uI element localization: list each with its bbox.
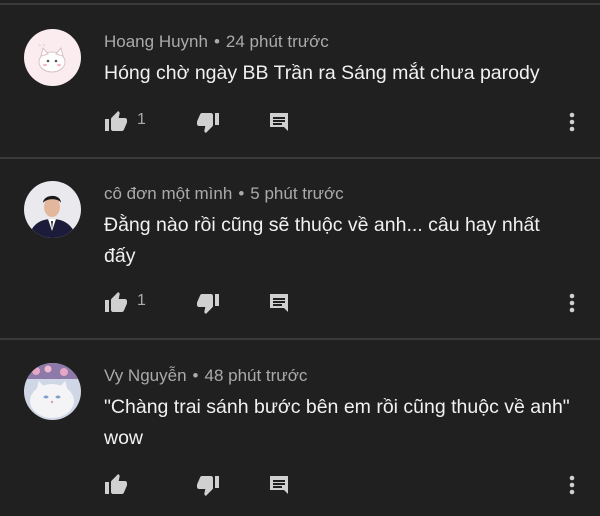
comment-actions: 1 bbox=[104, 291, 575, 315]
more-options-icon[interactable] bbox=[564, 473, 580, 497]
comment-divider bbox=[0, 157, 600, 159]
comment-actions: 1 bbox=[104, 110, 575, 134]
like-count: 1 bbox=[137, 292, 146, 309]
like-icon[interactable] bbox=[104, 110, 128, 134]
more-options-icon[interactable] bbox=[564, 291, 580, 315]
separator-dot: • bbox=[213, 32, 220, 51]
top-divider bbox=[0, 3, 600, 5]
like-count: 1 bbox=[137, 111, 146, 128]
author-name[interactable]: Hoang Huynh bbox=[104, 32, 208, 51]
comment-divider bbox=[0, 338, 600, 340]
avatar[interactable] bbox=[24, 363, 81, 420]
comment-text: "Chàng trai sánh bước bên em rồi cũng th… bbox=[104, 396, 570, 449]
comment-time[interactable]: 24 phút trước bbox=[226, 32, 329, 51]
comment-meta: cô đơn một mình • 5 phút trước bbox=[104, 184, 344, 204]
reply-icon[interactable] bbox=[267, 291, 291, 315]
man-in-suit-avatar-icon bbox=[24, 181, 81, 238]
comment-time[interactable]: 5 phút trước bbox=[250, 184, 343, 203]
separator-dot: • bbox=[192, 366, 199, 385]
author-name[interactable]: cô đơn một mình bbox=[104, 184, 232, 203]
dislike-icon[interactable] bbox=[196, 473, 220, 497]
reply-icon[interactable] bbox=[267, 110, 291, 134]
more-options-icon[interactable] bbox=[564, 110, 580, 134]
comment-text: Hóng chờ ngày BB Trần ra Sáng mắt chưa p… bbox=[104, 62, 540, 84]
like-icon[interactable] bbox=[104, 473, 128, 497]
comment-text: Đằng nào rồi cũng sẽ thuộc về anh... câu… bbox=[104, 214, 540, 267]
comment-time[interactable]: 48 phút trước bbox=[204, 366, 307, 385]
white-cat-avatar-icon bbox=[24, 363, 81, 420]
like-icon[interactable] bbox=[104, 291, 128, 315]
avatar[interactable] bbox=[24, 181, 81, 238]
svg-text:~ ~: ~ ~ bbox=[38, 43, 45, 49]
dislike-icon[interactable] bbox=[196, 110, 220, 134]
author-name[interactable]: Vy Nguyễn bbox=[104, 366, 187, 385]
separator-dot: • bbox=[238, 184, 245, 203]
avatar[interactable]: ~ ~ bbox=[24, 29, 81, 86]
reply-icon[interactable] bbox=[267, 473, 291, 497]
cartoon-cat-avatar-icon: ~ ~ bbox=[24, 29, 81, 86]
comment-meta: Hoang Huynh • 24 phút trước bbox=[104, 32, 329, 52]
comment-meta: Vy Nguyễn • 48 phút trước bbox=[104, 366, 307, 386]
comment-actions bbox=[104, 473, 575, 497]
dislike-icon[interactable] bbox=[196, 291, 220, 315]
